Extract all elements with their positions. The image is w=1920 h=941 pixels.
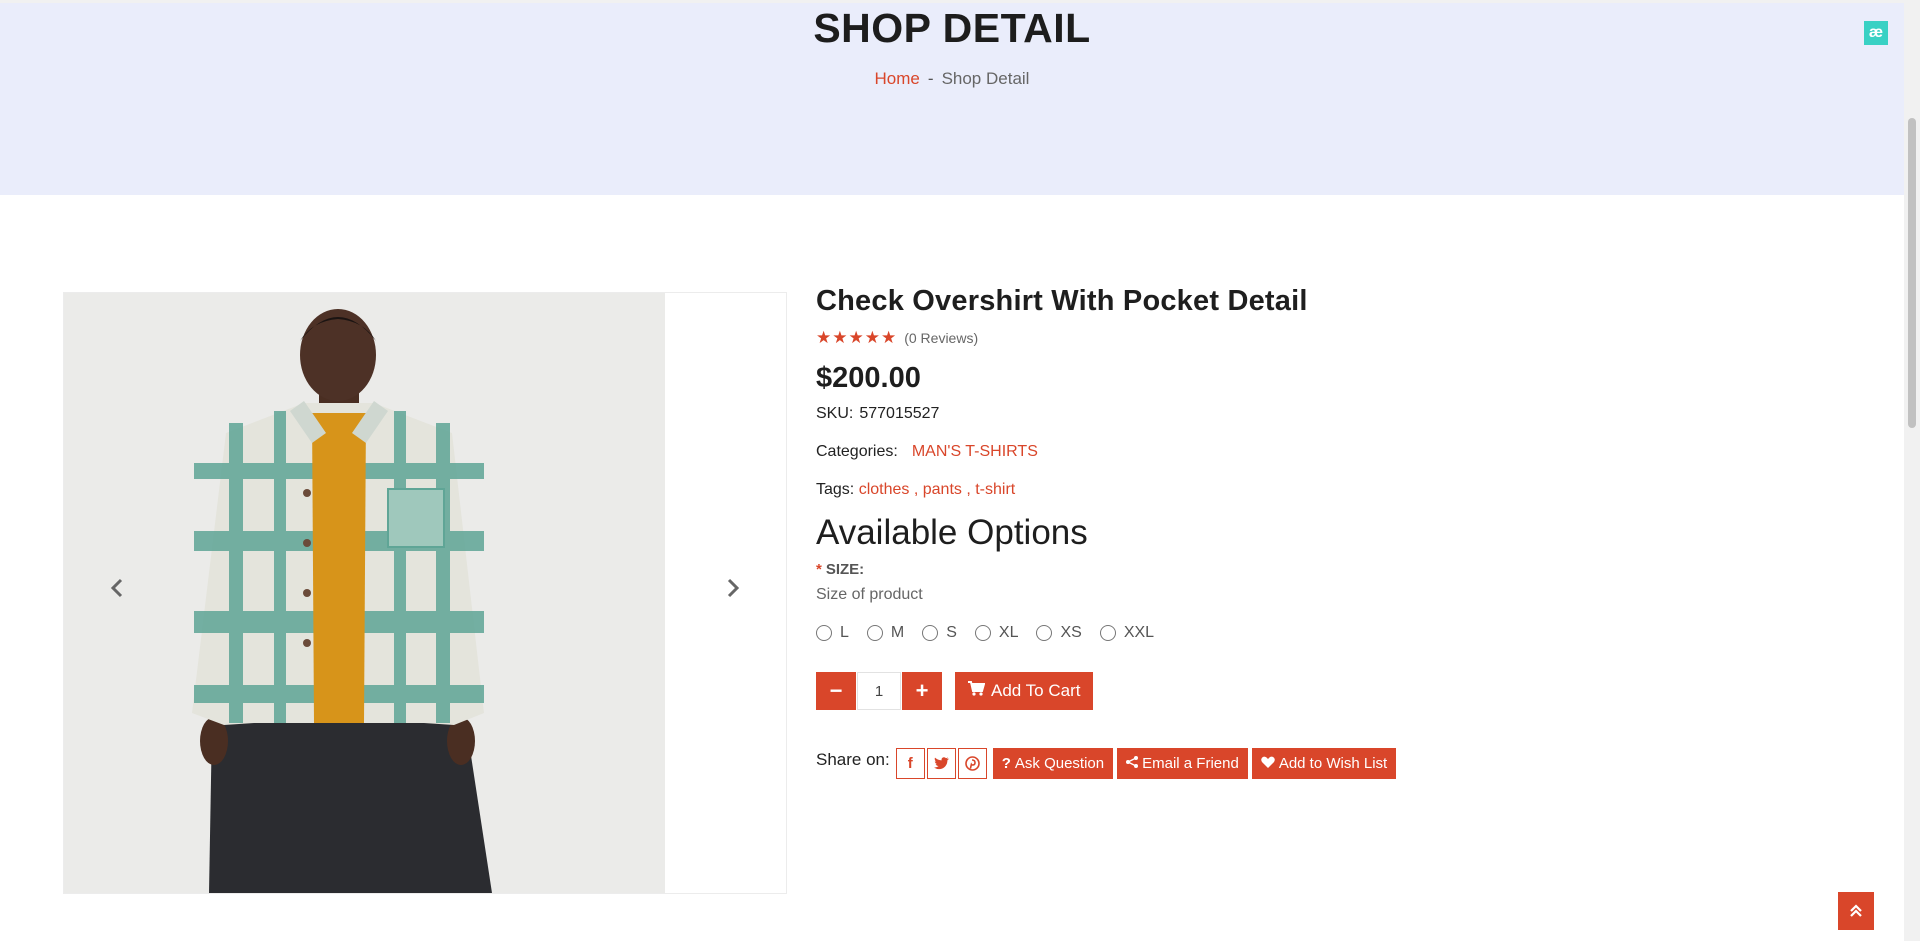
product-info: Check Overshirt With Pocket Detail ★★★★★… <box>816 285 1816 779</box>
email-friend-label: Email a Friend <box>1142 755 1239 772</box>
product-tags: Tags: clothes , pants , t-shirt <box>816 481 1816 499</box>
radio-circle[interactable] <box>1099 625 1116 641</box>
size-option-m[interactable]: M <box>866 624 905 642</box>
double-chevron-up-icon <box>1850 904 1862 917</box>
size-option-label: S <box>946 624 957 641</box>
quantity-decrease-button[interactable]: − <box>816 672 856 710</box>
size-option-label: XS <box>1060 624 1082 641</box>
extension-badge-icon[interactable]: æ <box>1864 21 1888 45</box>
gallery-prev-arrow-icon[interactable] <box>102 573 132 603</box>
radio-circle[interactable] <box>974 625 991 641</box>
product-sku: SKU: 577015527 <box>816 405 1816 423</box>
breadcrumb-home-link[interactable]: Home <box>875 69 920 88</box>
required-marker: * <box>816 561 822 578</box>
wish-list-label: Add to Wish List <box>1278 755 1388 772</box>
radio-circle[interactable] <box>1036 625 1053 641</box>
sku-value: 577015527 <box>859 405 940 422</box>
quantity-increase-button[interactable]: + <box>902 672 942 710</box>
email-friend-button[interactable]: Email a Friend <box>1117 748 1248 779</box>
add-to-cart-label: Add To Cart <box>991 681 1081 700</box>
size-option-xl[interactable]: XL <box>974 624 1019 642</box>
scroll-to-top-button[interactable] <box>1838 892 1874 930</box>
breadcrumb: Home - Shop Detail <box>0 69 1904 89</box>
size-option-l[interactable]: L <box>816 624 849 642</box>
categories-label: Categories: <box>816 443 898 460</box>
tags-label: Tags: <box>816 481 855 498</box>
scrollbar-thumb[interactable] <box>1908 118 1916 428</box>
size-option-label: XL <box>998 624 1019 641</box>
add-to-wish-list-button[interactable]: Add to Wish List <box>1251 748 1397 779</box>
size-label-text: SIZE: <box>825 561 865 578</box>
size-option-label: XXL <box>1123 624 1155 641</box>
radio-circle[interactable] <box>816 625 832 641</box>
category-link[interactable]: MAN'S T-SHIRTS <box>912 443 1038 460</box>
page-scrollbar[interactable] <box>1904 0 1920 941</box>
share-icon <box>1126 755 1139 772</box>
page-hero: SHOP DETAIL Home - Shop Detail æ <box>0 3 1904 195</box>
product-categories: Categories: MAN'S T-SHIRTS <box>816 443 1816 461</box>
size-option-s[interactable]: S <box>922 624 957 642</box>
size-option-xs[interactable]: XS <box>1036 624 1082 642</box>
heart-icon <box>1261 755 1275 772</box>
page-title: SHOP DETAIL <box>813 5 1091 51</box>
add-to-cart-button[interactable]: Add To Cart <box>955 672 1094 710</box>
pinterest-share-icon[interactable] <box>957 748 987 779</box>
available-options-heading: Available Options <box>816 513 1088 552</box>
breadcrumb-separator: - <box>927 69 934 88</box>
add-to-cart-row: − + Add To Cart <box>816 672 1816 710</box>
size-option-xxl[interactable]: XXL <box>1099 624 1155 642</box>
share-row: Share on: f ? Ask Question Email a Frien… <box>816 748 1816 779</box>
gallery-next-arrow-icon[interactable] <box>718 573 748 603</box>
product-rating: ★★★★★ (0 Reviews) <box>816 328 1816 348</box>
tag-link-clothes[interactable]: clothes , <box>859 481 919 498</box>
quantity-input[interactable] <box>857 672 901 710</box>
size-option-label: * SIZE: <box>816 561 1816 578</box>
radio-circle[interactable] <box>922 625 939 641</box>
review-count[interactable]: (0 Reviews) <box>904 330 978 346</box>
size-option-label: L <box>840 624 849 641</box>
sku-label: SKU: <box>816 405 854 422</box>
product-price: $200.00 <box>816 362 921 394</box>
product-photo-illustration <box>64 293 665 893</box>
radio-circle[interactable] <box>866 625 883 641</box>
product-title: Check Overshirt With Pocket Detail <box>816 285 1308 317</box>
tag-link-t-shirt[interactable]: t-shirt <box>975 481 1015 498</box>
twitter-share-icon[interactable] <box>926 748 956 779</box>
size-radio-group: L M S XL XS XXL <box>816 624 1816 642</box>
cart-icon <box>968 681 986 701</box>
product-image <box>64 293 665 893</box>
breadcrumb-current: Shop Detail <box>941 69 1030 88</box>
share-label: Share on: <box>816 749 890 769</box>
tag-link-pants[interactable]: pants , <box>923 481 971 498</box>
size-option-label: M <box>890 624 905 641</box>
ask-question-label: Ask Question <box>1014 755 1105 772</box>
rating-stars-icon: ★★★★★ <box>816 328 898 347</box>
question-icon: ? <box>1001 755 1011 772</box>
ask-question-button[interactable]: ? Ask Question <box>992 748 1114 779</box>
facebook-share-icon[interactable]: f <box>895 748 925 779</box>
product-gallery <box>63 292 787 894</box>
size-description: Size of product <box>816 586 923 603</box>
